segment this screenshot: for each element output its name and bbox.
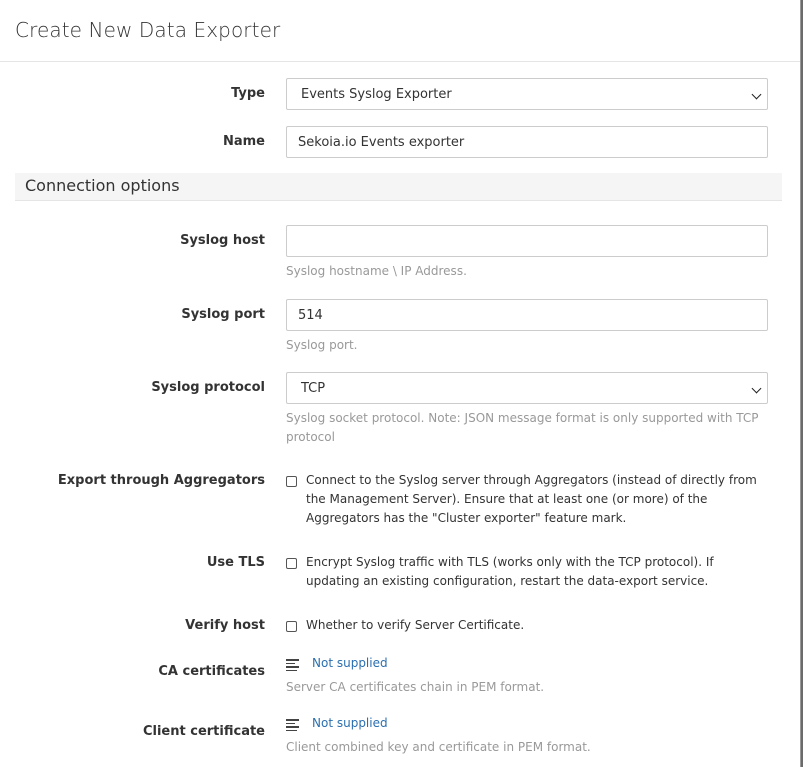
client-certificate-help: Client combined key and certificate in P… bbox=[286, 740, 591, 754]
syslog-protocol-label: Syslog protocol bbox=[151, 380, 265, 395]
type-select-value: Events Syslog Exporter bbox=[301, 86, 452, 102]
verify-host-checkbox[interactable] bbox=[286, 621, 297, 632]
name-label: Name bbox=[222, 134, 265, 149]
syslog-port-label: Syslog port bbox=[181, 307, 265, 322]
use-tls-checkbox[interactable] bbox=[286, 558, 297, 569]
export-aggregators-text: Connect to the Syslog server through Agg… bbox=[306, 473, 757, 525]
export-aggregators-checkbox[interactable] bbox=[286, 476, 297, 487]
export-aggregators-label: Export through Aggregators bbox=[57, 473, 265, 488]
name-input[interactable]: Sekoia.io Events exporter bbox=[286, 126, 768, 158]
syslog-host-input[interactable] bbox=[286, 225, 768, 257]
syslog-port-input-value: 514 bbox=[298, 307, 323, 323]
ca-certificates-link[interactable]: Not supplied bbox=[312, 656, 388, 670]
create-data-exporter-dialog: Create New Data Exporter Type Events Sys… bbox=[0, 0, 801, 767]
name-input-value: Sekoia.io Events exporter bbox=[298, 134, 465, 150]
syslog-port-input[interactable]: 514 bbox=[286, 299, 768, 331]
syslog-protocol-select[interactable]: TCP bbox=[286, 372, 768, 404]
syslog-protocol-value: TCP bbox=[301, 380, 326, 396]
chevron-down-icon bbox=[751, 383, 762, 394]
verify-host-label: Verify host bbox=[185, 618, 265, 633]
syslog-protocol-help: Syslog socket protocol. Note: JSON messa… bbox=[286, 411, 759, 444]
chevron-down-icon bbox=[751, 89, 762, 100]
ca-certificates-help: Server CA certificates chain in PEM form… bbox=[286, 680, 545, 694]
syslog-port-help: Syslog port. bbox=[286, 338, 358, 352]
dialog-header: Create New Data Exporter bbox=[0, 0, 800, 62]
type-label: Type bbox=[231, 86, 265, 101]
ca-certificates-label: CA certificates bbox=[158, 664, 265, 679]
client-certificate-link[interactable]: Not supplied bbox=[312, 716, 388, 730]
type-select[interactable]: Events Syslog Exporter bbox=[286, 78, 768, 110]
use-tls-label: Use TLS bbox=[206, 555, 265, 570]
connection-options-section: Connection options bbox=[15, 173, 782, 201]
section-title: Connection options bbox=[25, 176, 180, 195]
text-lines-icon bbox=[286, 719, 299, 733]
use-tls-text: Encrypt Syslog traffic with TLS (works o… bbox=[306, 555, 714, 588]
verify-host-text: Whether to verify Server Certificate. bbox=[306, 618, 525, 632]
text-lines-icon bbox=[286, 659, 299, 673]
syslog-host-help: Syslog hostname \ IP Address. bbox=[286, 264, 467, 278]
syslog-host-label: Syslog host bbox=[180, 233, 265, 248]
client-certificate-label: Client certificate bbox=[142, 724, 265, 739]
dialog-title: Create New Data Exporter bbox=[15, 18, 281, 42]
